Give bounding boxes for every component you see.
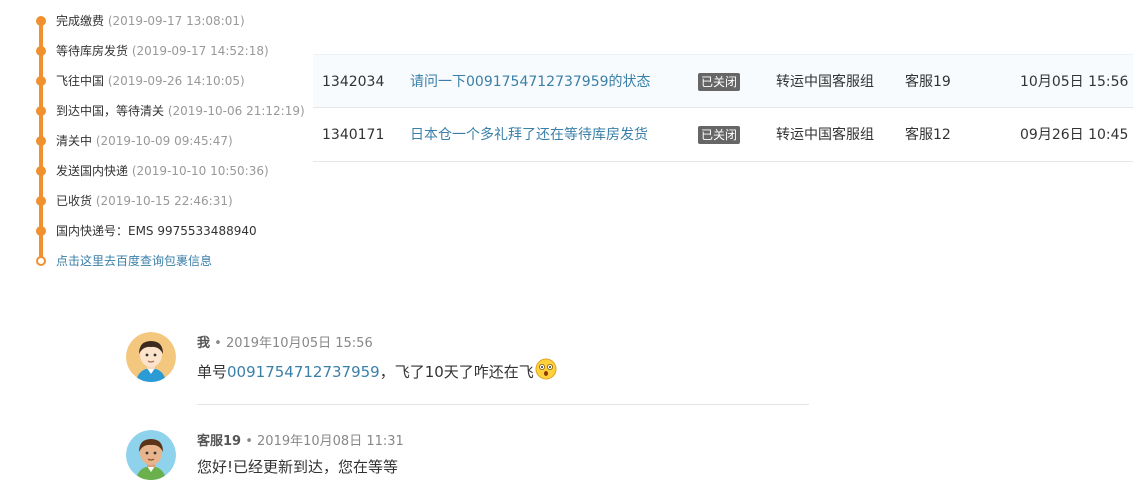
- timeline-dot: [36, 196, 46, 206]
- ticket-group: 转运中国客服组: [776, 74, 874, 90]
- message-header: 客服19 • 2019年10月08日 11:31: [197, 430, 404, 449]
- timeline-item: 国内快递号：EMS 9975533488940: [34, 218, 314, 248]
- timeline-dot: [36, 166, 46, 176]
- timeline-time: (2019-10-15 22:46:31): [95, 194, 233, 208]
- timeline-label: 完成缴费: [56, 14, 105, 28]
- timeline-dot-hollow: [36, 256, 46, 266]
- timeline-time: (2019-09-26 14:10:05): [107, 74, 245, 88]
- avatar: [126, 332, 176, 382]
- timeline-item: 发送国内快递 (2019-10-10 10:50:36): [34, 158, 314, 188]
- message-author: 我: [197, 336, 211, 351]
- shipment-timeline: 完成缴费 (2019-09-17 13:08:01) 等待库房发货 (2019-…: [34, 8, 314, 278]
- avatar: [126, 430, 176, 480]
- ticket-agent: 客服19: [905, 74, 951, 90]
- timeline-time: (2019-10-06 21:12:19): [167, 104, 305, 118]
- timeline-time: (2019-10-09 09:45:47): [95, 134, 233, 148]
- timeline-item: 已收货 (2019-10-15 22:46:31): [34, 188, 314, 218]
- timeline-time: (2019-09-17 13:08:01): [107, 14, 245, 28]
- timeline-item: 完成缴费 (2019-09-17 13:08:01): [34, 8, 314, 38]
- timeline-label: 已收货: [56, 194, 93, 208]
- message-header: 我 • 2019年10月05日 15:56: [197, 332, 373, 351]
- timeline-label: 清关中: [56, 134, 93, 148]
- status-badge: 已关闭: [698, 126, 741, 144]
- timeline-dot: [36, 136, 46, 146]
- table-row[interactable]: 1340171 日本仓一个多礼拜了还在等待库房发货 已关闭 转运中国客服组 客服…: [313, 108, 1133, 162]
- ticket-id: 1340171: [322, 127, 385, 143]
- timeline-label: 飞往中国: [56, 74, 105, 88]
- message-text-suffix: ，飞了10天了咋还在飞: [379, 363, 534, 381]
- message-author: 客服19: [197, 434, 242, 449]
- message-item: 客服19 • 2019年10月08日 11:31 您好!已经更新到达，您在等等: [126, 430, 809, 490]
- timeline-label: 到达中国，等待清关: [56, 104, 165, 118]
- ticket-agent: 客服12: [905, 127, 951, 143]
- shocked-face-icon: [535, 358, 557, 386]
- timeline-dot: [36, 46, 46, 56]
- message-text: 您好!已经更新到达，您在等等: [197, 458, 399, 476]
- ticket-date: 09月26日 10:45: [1020, 127, 1129, 143]
- timeline-dot: [36, 16, 46, 26]
- ticket-subject-link[interactable]: 请问一下0091754712737959的状态: [410, 55, 651, 109]
- timeline-label: 等待库房发货: [56, 44, 129, 58]
- order-number-link[interactable]: 0091754712737959: [227, 363, 380, 381]
- message-item: 我 • 2019年10月05日 15:56 单号0091754712737959…: [126, 332, 809, 412]
- timeline-item: 到达中国，等待清关 (2019-10-06 21:12:19): [34, 98, 314, 128]
- timeline-dot: [36, 106, 46, 116]
- table-row[interactable]: 1342034 请问一下0091754712737959的状态 已关闭 转运中国…: [313, 54, 1133, 108]
- timeline-item: 点击这里去百度查询包裹信息: [34, 248, 314, 278]
- timeline-time: (2019-10-10 10:50:36): [131, 164, 269, 178]
- message-body: 单号0091754712737959，飞了10天了咋还在飞: [197, 358, 557, 386]
- message-separator: •: [210, 336, 226, 351]
- baidu-tracking-link[interactable]: 点击这里去百度查询包裹信息: [56, 254, 212, 268]
- message-time: 2019年10月05日 15:56: [225, 336, 373, 351]
- user-avatar-icon: [126, 332, 176, 382]
- message-text-prefix: 单号: [197, 363, 228, 381]
- agent-avatar-icon: [126, 430, 176, 480]
- timeline-item: 飞往中国 (2019-09-26 14:10:05): [34, 68, 314, 98]
- timeline-dot: [36, 76, 46, 86]
- message-time: 2019年10月08日 11:31: [257, 434, 404, 449]
- message-separator: •: [241, 434, 258, 449]
- message-divider: [197, 404, 809, 405]
- status-badge: 已关闭: [698, 73, 741, 91]
- ticket-group: 转运中国客服组: [776, 127, 874, 143]
- tracking-number-label: 国内快递号：EMS 9975533488940: [56, 224, 257, 238]
- timeline-time: (2019-09-17 14:52:18): [131, 44, 269, 58]
- ticket-id: 1342034: [322, 74, 385, 90]
- timeline-item: 清关中 (2019-10-09 09:45:47): [34, 128, 314, 158]
- timeline-item: 等待库房发货 (2019-09-17 14:52:18): [34, 38, 314, 68]
- ticket-date: 10月05日 15:56: [1020, 74, 1129, 90]
- timeline-dot: [36, 226, 46, 236]
- message-body: 您好!已经更新到达，您在等等: [197, 456, 398, 478]
- timeline-label: 发送国内快递: [56, 164, 129, 178]
- ticket-subject-link[interactable]: 日本仓一个多礼拜了还在等待库房发货: [410, 108, 648, 162]
- ticket-table: 1342034 请问一下0091754712737959的状态 已关闭 转运中国…: [313, 54, 1133, 162]
